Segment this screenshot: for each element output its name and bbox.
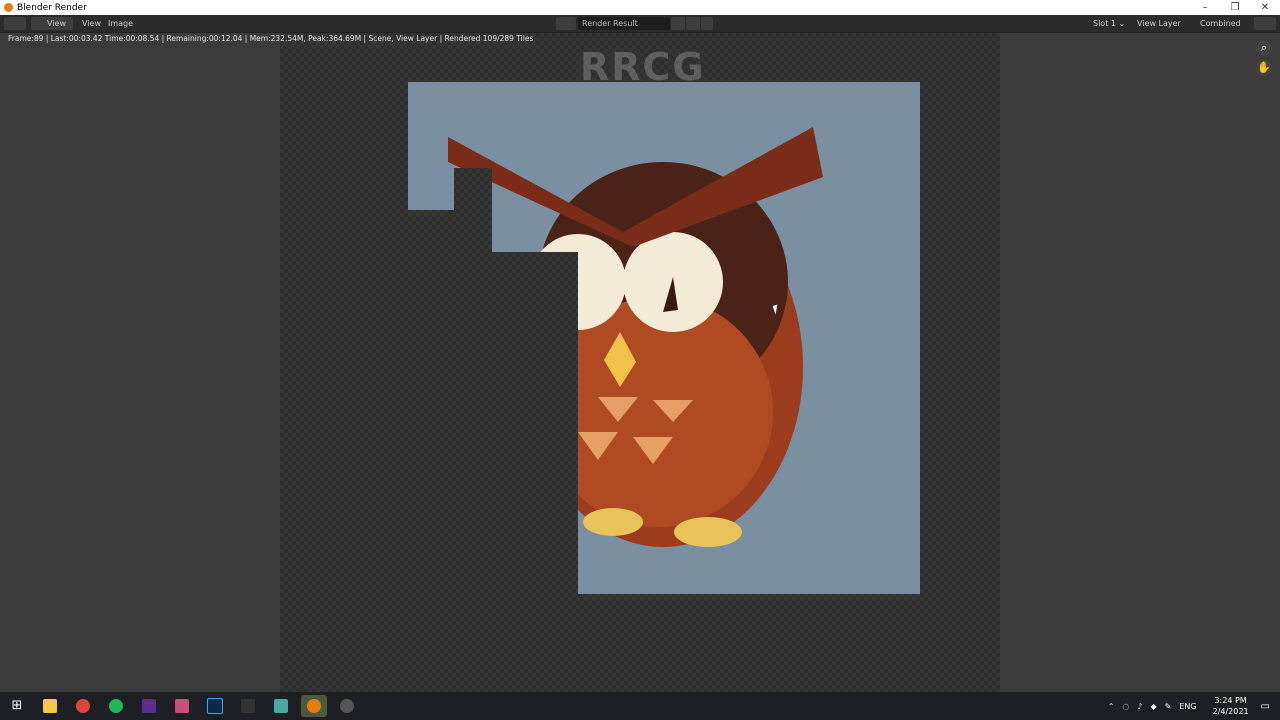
window-controls: – ❐ ✕ [1190,0,1280,15]
owl-render [448,127,823,547]
image-viewport[interactable]: ⌕ ✋ RRCG [0,33,1280,692]
render-status-text: Frame:89 | Last:00:03.42 Time:00:08.54 |… [8,34,534,43]
file-explorer-icon[interactable] [37,695,63,717]
clock-time: 3:24 PM [1214,696,1247,705]
system-tray: ⌃ ◌ ♪ ◆ ✎ ENG 3:24 PM 2/4/2021 ▭ [1108,692,1280,720]
image-name-field[interactable]: Render Result [578,17,670,30]
photoshop-icon[interactable] [202,695,228,717]
zoom-icon[interactable]: ⌕ [1256,40,1272,56]
wifi-icon[interactable]: ◌ [1122,702,1129,711]
display-channels-button[interactable] [1254,17,1276,30]
view-mode-button[interactable]: View [31,17,73,30]
view-mode-label: View [47,19,66,28]
windows-taskbar: ⊞ ⌃ ◌ ♪ ◆ ✎ ENG 3:24 PM 2/4/2021 ▭ [0,692,1280,720]
render-result-image [408,82,920,594]
owl-left-eye [530,234,626,330]
minimize-icon[interactable]: – [1190,0,1220,15]
pen-icon[interactable]: ✎ [1165,702,1172,711]
maximize-icon[interactable]: ❐ [1220,0,1250,15]
close-icon[interactable]: ✕ [1250,0,1280,15]
menu-image[interactable]: Image [108,15,133,32]
editor-type-button[interactable] [4,17,26,30]
app-icon[interactable] [169,695,195,717]
start-icon[interactable]: ⊞ [4,695,30,717]
slot-dropdown[interactable]: Slot 1 ⌄ [1093,17,1131,30]
blender-icon [4,3,13,12]
obs-icon[interactable] [334,695,360,717]
pass-dropdown[interactable]: Combined ⌄ [1200,17,1248,41]
pass-label: Combined [1200,19,1241,28]
unity-icon[interactable] [235,695,261,717]
slot-label: Slot 1 [1093,19,1116,28]
view-layer-label: View Layer [1137,19,1181,28]
language-indicator[interactable]: ENG [1179,702,1196,711]
window-titlebar: Blender Render – ❐ ✕ [0,0,1280,15]
tray-chevron-icon[interactable]: ⌃ [1108,702,1115,711]
image-editor-header: View View Image Render Result Slot 1 ⌄ V… [0,15,1280,41]
pan-hand-icon[interactable]: ✋ [1256,60,1272,76]
notification-icon[interactable]: ▭ [1261,701,1270,712]
chrome-icon[interactable] [70,695,96,717]
owl-left-foot [583,508,643,536]
owl-right-foot [674,517,742,547]
m-app-icon[interactable] [268,695,294,717]
blender-taskbar-icon[interactable] [301,695,327,717]
volume-icon[interactable]: ♪ [1137,702,1142,711]
view-layer-dropdown[interactable]: View Layer ⌄ [1137,17,1189,41]
clock-date: 2/4/2021 [1212,707,1249,716]
spotify-icon[interactable] [103,695,129,717]
dropbox-icon[interactable]: ◆ [1151,702,1157,711]
menu-view[interactable]: View [82,15,101,32]
window-title: Blender Render [17,2,87,13]
watermark: RRCG [580,45,706,89]
new-image-icon[interactable] [671,17,685,30]
taskbar-clock[interactable]: 3:24 PM 2/4/2021 [1213,695,1249,717]
owl-belly [543,297,773,527]
unlink-icon[interactable] [701,17,713,30]
open-image-icon[interactable] [686,17,700,30]
image-browse-button[interactable] [556,17,576,30]
visual-studio-icon[interactable] [136,695,162,717]
